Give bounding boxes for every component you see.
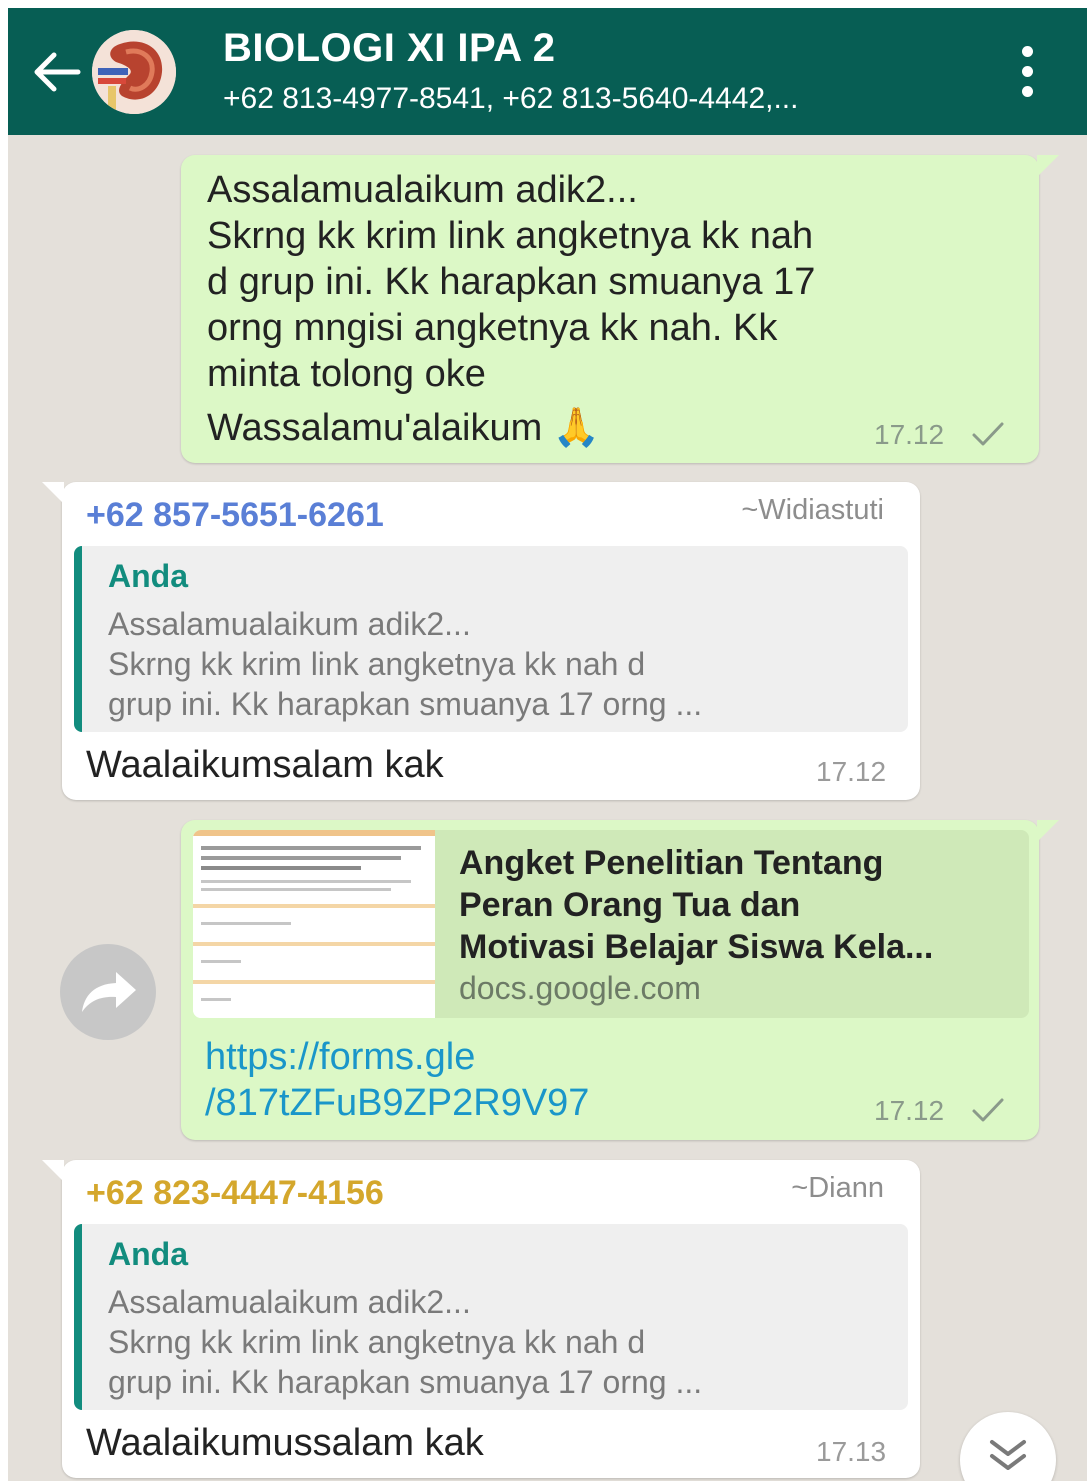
preview-domain: docs.google.com (459, 970, 701, 1006)
quote-line: Skrng kk krim link angketnya kk nah d (108, 1324, 646, 1360)
quote-author: Anda (108, 558, 188, 594)
link-line[interactable]: https://forms.gle (205, 1034, 589, 1080)
sender-name: ~Widiastuti (741, 494, 884, 526)
quote-author: Anda (108, 1236, 188, 1272)
message-line: d grup ini. Kk harapkan smuanya 17 (207, 261, 816, 303)
preview-title: Angket Penelitian Tentang Peran Orang Tu… (459, 842, 933, 968)
message-time: 17.12 (816, 756, 887, 787)
share-icon (82, 972, 136, 1012)
chat-title[interactable]: BIOLOGI XI IPA 2 (223, 26, 556, 71)
quote-line: grup ini. Kk harapkan smuanya 17 orng ..… (108, 1364, 703, 1400)
outgoing-link-message[interactable]: Angket Penelitian Tentang Peran Orang Tu… (181, 820, 1059, 1140)
bubble-tail (42, 1160, 64, 1182)
preview-title-line: Angket Penelitian Tentang (459, 844, 884, 882)
message-line: orng mngisi angketnya kk nah. Kk (207, 307, 778, 349)
preview-thumbnail (193, 830, 435, 1018)
quote-line: Assalamualaikum adik2... (108, 1284, 471, 1320)
kidney-image (92, 30, 176, 114)
incoming-message[interactable]: +62 823-4447-4156 ~Diann Anda Assalamual… (42, 1160, 920, 1478)
sender-name: ~Diann (791, 1172, 884, 1204)
link-preview[interactable]: Angket Penelitian Tentang Peran Orang Tu… (193, 830, 1029, 1018)
arrow-left-icon (34, 52, 81, 92)
incoming-message[interactable]: +62 857-5651-6261 ~Widiastuti Anda Assal… (42, 482, 920, 800)
message-time: 17.13 (816, 1436, 887, 1467)
back-button[interactable] (26, 42, 86, 102)
chevron-double-down-icon (990, 1440, 1026, 1470)
message-text: Waalaikumsalam kak (86, 744, 444, 786)
message-line: Wassalamu'alaikum 🙏 (207, 407, 601, 449)
message-text: Assalamualaikum adik2... Skrng kk krim l… (207, 167, 815, 451)
quote-text: Assalamualaikum adik2... Skrng kk krim l… (108, 604, 702, 724)
preview-title-line: Motivasi Belajar Siswa Kela... (459, 928, 934, 966)
quote-text: Assalamualaikum adik2... Skrng kk krim l… (108, 1282, 702, 1402)
check-icon (972, 422, 1004, 446)
preview-title-line: Peran Orang Tua dan (459, 886, 801, 924)
quoted-message[interactable]: Anda Assalamualaikum adik2... Skrng kk k… (74, 546, 908, 732)
more-options-button[interactable] (1008, 44, 1048, 100)
bubble-tail (1037, 155, 1059, 177)
chat-header: BIOLOGI XI IPA 2 +62 813-4977-8541, +62 … (8, 8, 1087, 135)
quote-bar (74, 1224, 82, 1410)
quoted-message[interactable]: Anda Assalamualaikum adik2... Skrng kk k… (74, 1224, 908, 1410)
check-icon (972, 1098, 1004, 1122)
bubble-tail (42, 482, 64, 504)
sender-phone[interactable]: +62 823-4447-4156 (86, 1174, 384, 1213)
message-link[interactable]: https://forms.gle /817tZFuB9ZP2R9V97 (205, 1034, 589, 1126)
message-line: Assalamualaikum adik2... (207, 169, 638, 211)
bubble-tail (1037, 820, 1059, 842)
message-time: 17.12 (874, 419, 945, 450)
link-line[interactable]: /817tZFuB9ZP2R9V97 (205, 1080, 589, 1126)
sender-phone[interactable]: +62 857-5651-6261 (86, 496, 384, 535)
message-line: minta tolong oke (207, 353, 486, 395)
message-time: 17.12 (874, 1095, 945, 1126)
group-avatar[interactable] (92, 30, 176, 114)
outgoing-message[interactable]: Assalamualaikum adik2... Skrng kk krim l… (181, 155, 1059, 463)
quote-bar (74, 546, 82, 732)
forward-button[interactable] (60, 944, 156, 1040)
quote-line: Skrng kk krim link angketnya kk nah d (108, 646, 646, 682)
quote-line: Assalamualaikum adik2... (108, 606, 471, 642)
quote-line: grup ini. Kk harapkan smuanya 17 orng ..… (108, 686, 703, 722)
chat-screen: BIOLOGI XI IPA 2 +62 813-4977-8541, +62 … (8, 8, 1087, 1481)
message-line: Skrng kk krim link angketnya kk nah (207, 215, 814, 257)
scroll-to-bottom-button[interactable] (960, 1412, 1056, 1481)
message-text: Waalaikumussalam kak (86, 1422, 484, 1464)
chat-participants[interactable]: +62 813-4977-8541, +62 813-5640-4442,... (223, 82, 983, 116)
